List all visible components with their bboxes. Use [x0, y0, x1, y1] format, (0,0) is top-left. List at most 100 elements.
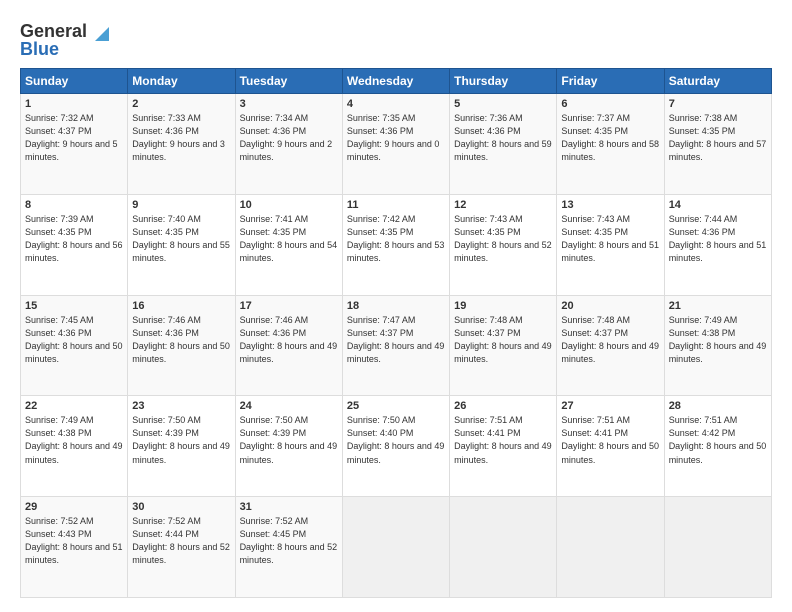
day-info: Sunrise: 7:42 AMSunset: 4:35 PMDaylight:…	[347, 214, 445, 263]
day-cell	[557, 497, 664, 598]
day-number: 6	[561, 98, 659, 110]
day-cell: 18 Sunrise: 7:47 AMSunset: 4:37 PMDaylig…	[342, 295, 449, 396]
day-info: Sunrise: 7:46 AMSunset: 4:36 PMDaylight:…	[132, 315, 230, 364]
day-number: 20	[561, 300, 659, 312]
day-info: Sunrise: 7:43 AMSunset: 4:35 PMDaylight:…	[454, 214, 552, 263]
header: General Blue	[20, 18, 772, 58]
day-number: 17	[240, 300, 338, 312]
day-info: Sunrise: 7:39 AMSunset: 4:35 PMDaylight:…	[25, 214, 123, 263]
day-number: 2	[132, 98, 230, 110]
day-number: 8	[25, 199, 123, 211]
day-number: 15	[25, 300, 123, 312]
day-number: 28	[669, 400, 767, 412]
day-number: 19	[454, 300, 552, 312]
day-cell: 29 Sunrise: 7:52 AMSunset: 4:43 PMDaylig…	[21, 497, 128, 598]
logo-general: General	[20, 21, 87, 41]
weekday-header-monday: Monday	[128, 69, 235, 94]
day-number: 13	[561, 199, 659, 211]
calendar-table: SundayMondayTuesdayWednesdayThursdayFrid…	[20, 68, 772, 598]
day-number: 26	[454, 400, 552, 412]
day-number: 21	[669, 300, 767, 312]
weekday-header-row: SundayMondayTuesdayWednesdayThursdayFrid…	[21, 69, 772, 94]
day-info: Sunrise: 7:50 AMSunset: 4:40 PMDaylight:…	[347, 415, 445, 464]
day-info: Sunrise: 7:51 AMSunset: 4:41 PMDaylight:…	[454, 415, 552, 464]
day-number: 23	[132, 400, 230, 412]
day-cell	[342, 497, 449, 598]
day-number: 27	[561, 400, 659, 412]
day-cell: 3 Sunrise: 7:34 AMSunset: 4:36 PMDayligh…	[235, 94, 342, 195]
day-info: Sunrise: 7:37 AMSunset: 4:35 PMDaylight:…	[561, 113, 659, 162]
weekday-header-saturday: Saturday	[664, 69, 771, 94]
day-info: Sunrise: 7:46 AMSunset: 4:36 PMDaylight:…	[240, 315, 338, 364]
logo-icon	[91, 23, 113, 45]
day-cell: 14 Sunrise: 7:44 AMSunset: 4:36 PMDaylig…	[664, 194, 771, 295]
logo: General Blue	[20, 22, 113, 58]
day-cell	[664, 497, 771, 598]
day-cell: 4 Sunrise: 7:35 AMSunset: 4:36 PMDayligh…	[342, 94, 449, 195]
day-info: Sunrise: 7:33 AMSunset: 4:36 PMDaylight:…	[132, 113, 225, 162]
weekday-header-wednesday: Wednesday	[342, 69, 449, 94]
day-info: Sunrise: 7:50 AMSunset: 4:39 PMDaylight:…	[240, 415, 338, 464]
day-info: Sunrise: 7:34 AMSunset: 4:36 PMDaylight:…	[240, 113, 333, 162]
day-info: Sunrise: 7:38 AMSunset: 4:35 PMDaylight:…	[669, 113, 767, 162]
day-cell: 24 Sunrise: 7:50 AMSunset: 4:39 PMDaylig…	[235, 396, 342, 497]
day-info: Sunrise: 7:41 AMSunset: 4:35 PMDaylight:…	[240, 214, 338, 263]
day-number: 10	[240, 199, 338, 211]
day-number: 14	[669, 199, 767, 211]
day-cell: 26 Sunrise: 7:51 AMSunset: 4:41 PMDaylig…	[450, 396, 557, 497]
week-row-2: 8 Sunrise: 7:39 AMSunset: 4:35 PMDayligh…	[21, 194, 772, 295]
day-number: 3	[240, 98, 338, 110]
day-info: Sunrise: 7:51 AMSunset: 4:42 PMDaylight:…	[669, 415, 767, 464]
weekday-header-tuesday: Tuesday	[235, 69, 342, 94]
day-cell: 22 Sunrise: 7:49 AMSunset: 4:38 PMDaylig…	[21, 396, 128, 497]
day-cell: 27 Sunrise: 7:51 AMSunset: 4:41 PMDaylig…	[557, 396, 664, 497]
day-info: Sunrise: 7:43 AMSunset: 4:35 PMDaylight:…	[561, 214, 659, 263]
day-cell: 31 Sunrise: 7:52 AMSunset: 4:45 PMDaylig…	[235, 497, 342, 598]
day-info: Sunrise: 7:48 AMSunset: 4:37 PMDaylight:…	[454, 315, 552, 364]
day-cell: 16 Sunrise: 7:46 AMSunset: 4:36 PMDaylig…	[128, 295, 235, 396]
logo-blue: Blue	[20, 39, 59, 59]
week-row-5: 29 Sunrise: 7:52 AMSunset: 4:43 PMDaylig…	[21, 497, 772, 598]
day-cell: 1 Sunrise: 7:32 AMSunset: 4:37 PMDayligh…	[21, 94, 128, 195]
week-row-3: 15 Sunrise: 7:45 AMSunset: 4:36 PMDaylig…	[21, 295, 772, 396]
day-cell: 19 Sunrise: 7:48 AMSunset: 4:37 PMDaylig…	[450, 295, 557, 396]
day-info: Sunrise: 7:52 AMSunset: 4:45 PMDaylight:…	[240, 516, 338, 565]
day-cell: 11 Sunrise: 7:42 AMSunset: 4:35 PMDaylig…	[342, 194, 449, 295]
day-number: 5	[454, 98, 552, 110]
day-info: Sunrise: 7:49 AMSunset: 4:38 PMDaylight:…	[25, 415, 123, 464]
day-cell: 30 Sunrise: 7:52 AMSunset: 4:44 PMDaylig…	[128, 497, 235, 598]
day-number: 1	[25, 98, 123, 110]
day-number: 24	[240, 400, 338, 412]
day-cell: 9 Sunrise: 7:40 AMSunset: 4:35 PMDayligh…	[128, 194, 235, 295]
day-info: Sunrise: 7:50 AMSunset: 4:39 PMDaylight:…	[132, 415, 230, 464]
page: General Blue SundayMondayTuesdayWednesda…	[0, 0, 792, 612]
day-cell: 12 Sunrise: 7:43 AMSunset: 4:35 PMDaylig…	[450, 194, 557, 295]
day-number: 29	[25, 501, 123, 513]
day-number: 16	[132, 300, 230, 312]
logo-text: General Blue	[20, 22, 87, 58]
day-info: Sunrise: 7:48 AMSunset: 4:37 PMDaylight:…	[561, 315, 659, 364]
day-cell: 15 Sunrise: 7:45 AMSunset: 4:36 PMDaylig…	[21, 295, 128, 396]
day-cell: 23 Sunrise: 7:50 AMSunset: 4:39 PMDaylig…	[128, 396, 235, 497]
day-cell: 2 Sunrise: 7:33 AMSunset: 4:36 PMDayligh…	[128, 94, 235, 195]
day-number: 31	[240, 501, 338, 513]
day-cell: 21 Sunrise: 7:49 AMSunset: 4:38 PMDaylig…	[664, 295, 771, 396]
day-info: Sunrise: 7:49 AMSunset: 4:38 PMDaylight:…	[669, 315, 767, 364]
day-cell: 20 Sunrise: 7:48 AMSunset: 4:37 PMDaylig…	[557, 295, 664, 396]
day-info: Sunrise: 7:47 AMSunset: 4:37 PMDaylight:…	[347, 315, 445, 364]
day-info: Sunrise: 7:40 AMSunset: 4:35 PMDaylight:…	[132, 214, 230, 263]
day-number: 12	[454, 199, 552, 211]
day-cell: 25 Sunrise: 7:50 AMSunset: 4:40 PMDaylig…	[342, 396, 449, 497]
week-row-4: 22 Sunrise: 7:49 AMSunset: 4:38 PMDaylig…	[21, 396, 772, 497]
day-cell: 7 Sunrise: 7:38 AMSunset: 4:35 PMDayligh…	[664, 94, 771, 195]
day-number: 30	[132, 501, 230, 513]
weekday-header-sunday: Sunday	[21, 69, 128, 94]
day-number: 4	[347, 98, 445, 110]
day-number: 7	[669, 98, 767, 110]
day-info: Sunrise: 7:52 AMSunset: 4:43 PMDaylight:…	[25, 516, 123, 565]
day-cell: 6 Sunrise: 7:37 AMSunset: 4:35 PMDayligh…	[557, 94, 664, 195]
week-row-1: 1 Sunrise: 7:32 AMSunset: 4:37 PMDayligh…	[21, 94, 772, 195]
day-number: 22	[25, 400, 123, 412]
weekday-header-friday: Friday	[557, 69, 664, 94]
day-cell: 8 Sunrise: 7:39 AMSunset: 4:35 PMDayligh…	[21, 194, 128, 295]
